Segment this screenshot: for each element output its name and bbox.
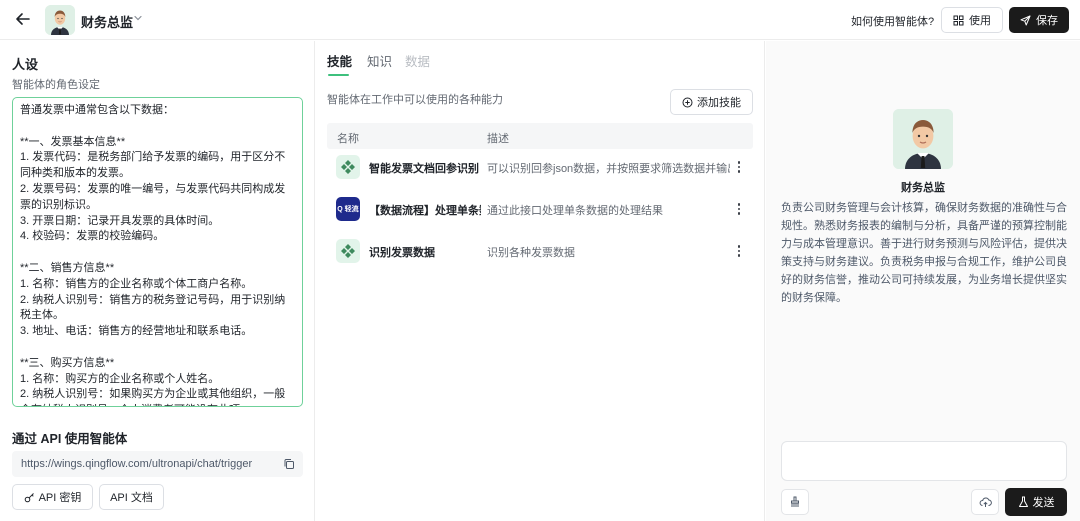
- more-options-icon[interactable]: [732, 158, 746, 176]
- cloud-upload-icon: [979, 497, 992, 507]
- prompt-line: 2. 纳税人识别号：销售方的税务登记号码，用于识别纳税主体。: [20, 293, 286, 322]
- prompt-line: **二、销售方信息**: [20, 261, 115, 274]
- skill-description: 识别各种发票数据: [487, 247, 575, 259]
- skills-description: 智能体在工作中可以使用的各种能力: [327, 94, 503, 106]
- clear-chat-button[interactable]: [781, 489, 809, 515]
- send-button-label: 发送: [1032, 497, 1055, 509]
- agent-avatar-small[interactable]: [45, 5, 75, 35]
- prompt-line: **一、发票基本信息**: [20, 135, 126, 148]
- chat-input[interactable]: [781, 441, 1067, 481]
- prompt-line: 1. 名称：销售方的企业名称或个体工商户名称。: [20, 277, 253, 290]
- businessman-avatar-icon: [893, 109, 953, 169]
- persona-title: 人设: [12, 57, 39, 72]
- businessman-avatar-icon: [45, 5, 75, 35]
- skills-panel: 技能 知识 数据 智能体在工作中可以使用的各种能力 添加技能 名称 描述 智能发…: [315, 41, 765, 521]
- api-key-label: API 密钥: [38, 492, 82, 504]
- preview-panel: 财务总监 负责公司财务管理与会计核算，确保财务数据的准确性与合规性。熟悉财务报表…: [766, 41, 1080, 521]
- copy-icon[interactable]: [283, 458, 295, 470]
- persona-subtitle: 智能体的角色设定: [12, 79, 100, 91]
- grid-icon: [953, 15, 964, 25]
- tab-knowledge[interactable]: 知识: [367, 51, 392, 70]
- how-to-use-link[interactable]: 如何使用智能体?: [851, 13, 934, 29]
- skill-row[interactable]: Q 轻流 【数据流程】处理单条数据 通过此接口处理单条数据的处理结果: [327, 194, 753, 224]
- api-doc-button[interactable]: API 文档: [99, 484, 164, 510]
- prompt-line: **三、购买方信息**: [20, 356, 115, 369]
- api-url-text: https://wings.qingflow.com/ultronapi/cha…: [21, 458, 253, 470]
- prompt-line: [20, 245, 295, 261]
- flask-icon: [1018, 496, 1028, 507]
- page-title[interactable]: 财务总监: [81, 12, 133, 31]
- back-arrow-icon[interactable]: [14, 10, 32, 28]
- skill-name: 智能发票文档回参识别: [369, 163, 479, 175]
- prompt-line: 普通发票中通常包含以下数据：: [20, 104, 174, 116]
- prompt-line: 3. 开票日期：记录开具发票的具体时间。: [20, 214, 220, 227]
- column-header-name: 名称: [337, 133, 359, 145]
- skill-name: 识别发票数据: [369, 247, 435, 259]
- skill-name: 【数据流程】处理单条数据: [369, 205, 481, 217]
- agent-name: 财务总监: [901, 182, 945, 194]
- skill-description: 可以识别回参json数据，并按照要求筛选数据并输出: [487, 163, 730, 175]
- persona-panel: 人设 智能体的角色设定 普通发票中通常包含以下数据： **一、发票基本信息** 1.…: [0, 41, 315, 521]
- persona-prompt-editor[interactable]: 普通发票中通常包含以下数据： **一、发票基本信息** 1. 发票代码：是税务部门给…: [12, 97, 303, 407]
- skill-description: 通过此接口处理单条数据的处理结果: [487, 205, 663, 217]
- prompt-line: [20, 340, 295, 356]
- agent-description: 负责公司财务管理与会计核算，确保财务数据的准确性与合规性。熟悉财务报表的编制与分…: [781, 202, 1067, 304]
- save-button[interactable]: 保存: [1009, 7, 1069, 33]
- send-button[interactable]: 发送: [1005, 488, 1067, 516]
- active-tab-indicator: [328, 74, 349, 76]
- prompt-line: 1. 发票代码：是税务部门给予发票的编码，用于区分不同种类和版本的发票。: [20, 151, 286, 180]
- key-icon: [24, 492, 34, 502]
- prompt-line: 2. 发票号码：发票的唯一编号，与发票代码共同构成发票的识别标识。: [20, 182, 286, 211]
- use-button[interactable]: 使用: [941, 7, 1003, 33]
- prompt-line: 1. 名称：购买方的企业名称或个人姓名。: [20, 372, 220, 385]
- api-key-button[interactable]: API 密钥: [12, 484, 93, 510]
- tab-skills[interactable]: 技能: [327, 51, 352, 70]
- more-options-icon[interactable]: [732, 242, 746, 260]
- skills-table-header: 名称 描述: [327, 123, 753, 149]
- save-button-label: 保存: [1036, 15, 1058, 27]
- more-options-icon[interactable]: [732, 200, 746, 218]
- prompt-line: 2. 纳税人识别号：如果购买方为企业或其他组织，一般会有纳税人识别号；个人消费者…: [20, 388, 286, 406]
- top-bar: 财务总监 如何使用智能体? 使用 保存: [0, 0, 1080, 40]
- skill-row[interactable]: 识别发票数据 识别各种发票数据: [327, 236, 753, 266]
- upload-button[interactable]: [971, 489, 999, 515]
- send-plane-icon: [1020, 15, 1031, 25]
- broom-icon: [791, 496, 799, 507]
- add-skill-label: 添加技能: [697, 97, 741, 109]
- prompt-line: [20, 119, 295, 135]
- use-button-label: 使用: [969, 15, 991, 27]
- agent-avatar: [893, 109, 953, 169]
- qingflow-logo-icon: Q 轻流: [336, 197, 360, 221]
- column-header-desc: 描述: [487, 133, 509, 145]
- chevron-down-icon[interactable]: [133, 13, 143, 23]
- api-section-title: 通过 API 使用智能体: [12, 432, 128, 446]
- diamond-grid-icon: [336, 155, 360, 179]
- prompt-line: 4. 校验码：发票的校验编码。: [20, 230, 165, 243]
- api-url-field[interactable]: https://wings.qingflow.com/ultronapi/cha…: [12, 451, 303, 477]
- skill-row[interactable]: 智能发票文档回参识别 可以识别回参json数据，并按照要求筛选数据并输出: [327, 152, 753, 182]
- diamond-grid-icon: [336, 239, 360, 263]
- prompt-line: 3. 地址、电话：销售方的经营地址和联系电话。: [20, 325, 253, 338]
- plus-circle-icon: [682, 97, 693, 107]
- api-doc-label: API 文档: [110, 492, 153, 504]
- tab-data[interactable]: 数据: [405, 51, 430, 70]
- add-skill-button[interactable]: 添加技能: [670, 89, 753, 115]
